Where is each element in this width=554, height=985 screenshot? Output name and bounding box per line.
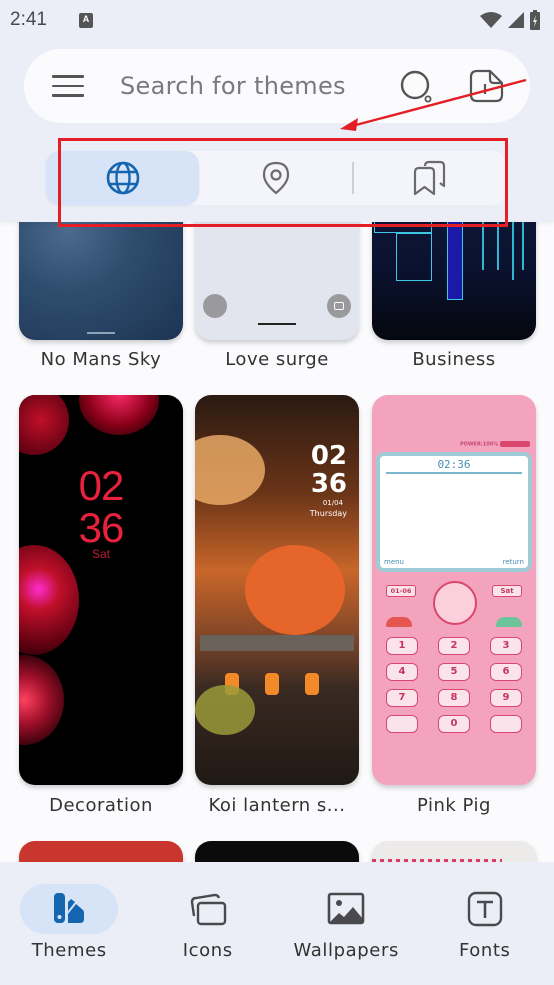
keypad-key: 9 xyxy=(490,689,522,707)
call-icon xyxy=(496,617,522,627)
keypad-key: 7 xyxy=(386,689,418,707)
theme-thumbnail xyxy=(195,841,359,862)
theme-label: No Mans Sky xyxy=(40,349,162,370)
search-input[interactable] xyxy=(120,67,370,105)
hamburger-line xyxy=(52,94,84,97)
clock-day: Thursday xyxy=(309,509,347,518)
tab-local[interactable] xyxy=(199,151,352,205)
clock-minutes: 36 xyxy=(78,504,125,551)
camera-icon xyxy=(327,294,351,318)
location-pin-icon xyxy=(262,161,290,195)
day-badge: Sat xyxy=(492,585,522,597)
keypad-key: 1 xyxy=(386,637,418,655)
bookmarks-icon xyxy=(414,160,446,196)
home-indicator xyxy=(258,323,296,325)
nav-icons[interactable]: Icons xyxy=(139,862,278,985)
status-icons xyxy=(480,10,540,30)
theme-thumbnail xyxy=(372,841,536,862)
search-button[interactable] xyxy=(398,69,436,107)
keypad: 1 2 3 4 5 6 7 8 9 0 xyxy=(386,637,522,733)
bottom-navigation: Themes Icons Wallpapers Fonts xyxy=(0,862,554,985)
nav-label: Fonts xyxy=(458,940,511,961)
theme-label: Love surge xyxy=(225,349,329,370)
themes-palette-icon xyxy=(54,893,85,923)
keypad-key: 3 xyxy=(490,637,522,655)
globe-icon xyxy=(106,161,139,195)
nav-fonts[interactable]: Fonts xyxy=(416,862,554,985)
clock-hours: 02 xyxy=(78,462,125,509)
pig-face xyxy=(433,581,477,625)
date-badge: 01-06 xyxy=(386,585,416,597)
power-label: POWER:100% xyxy=(460,441,499,448)
search-bar xyxy=(24,49,530,123)
icons-stack-icon xyxy=(190,893,226,926)
theme-thumbnail: 02 36 01/04 Thursday xyxy=(195,395,359,785)
nav-label: Themes xyxy=(31,940,107,961)
segment-tabs xyxy=(46,151,506,205)
keypad-key: 4 xyxy=(386,663,418,681)
clock-day: Sat xyxy=(91,547,110,561)
nav-label: Icons xyxy=(182,940,233,961)
home-indicator xyxy=(87,332,115,334)
keypad-key: 8 xyxy=(438,689,470,707)
keypad-key: 5 xyxy=(438,663,470,681)
status-time: 2:41 xyxy=(10,9,47,30)
tab-divider xyxy=(352,162,354,194)
wifi-icon xyxy=(480,12,502,28)
theme-grid: No Mans Sky Love surge Business 02 36 Sa… xyxy=(0,190,554,862)
power-text: POWER:100% xyxy=(460,441,530,448)
keypad-key: 6 xyxy=(490,663,522,681)
call-end-icon xyxy=(386,617,412,627)
menu-button[interactable] xyxy=(52,75,84,97)
clock-hours: 02 xyxy=(310,441,347,471)
wallpaper-image-icon xyxy=(327,892,365,925)
theme-label: Business xyxy=(412,349,496,370)
tab-collections[interactable] xyxy=(353,151,506,205)
keypad-key: 0 xyxy=(438,715,470,733)
theme-label: Pink Pig xyxy=(417,795,491,816)
keypad-key xyxy=(386,715,418,733)
signal-icon xyxy=(508,12,524,28)
screen-time: 02:36 xyxy=(437,458,471,471)
search-icon xyxy=(400,70,432,103)
keypad-key: 2 xyxy=(438,637,470,655)
clock-date: 01/04 xyxy=(322,499,343,507)
theme-thumbnail: 02 36 Sat xyxy=(19,395,183,785)
font-icon xyxy=(467,891,502,927)
header xyxy=(0,40,554,222)
nav-wallpapers[interactable]: Wallpapers xyxy=(277,862,416,985)
status-bar: 2:41 A xyxy=(0,0,554,40)
softkey-right: return xyxy=(502,558,524,566)
softkey-left: menu xyxy=(384,558,404,566)
import-theme-button[interactable] xyxy=(468,67,506,105)
tab-global[interactable] xyxy=(46,151,200,205)
keypad-key xyxy=(490,715,522,733)
phone-screen: 02:36 menu return xyxy=(376,452,532,572)
theme-thumbnail xyxy=(19,841,183,862)
theme-label: Decoration xyxy=(49,795,153,816)
nav-themes[interactable]: Themes xyxy=(0,862,139,985)
clock-minutes: 36 xyxy=(310,469,347,499)
flashlight-icon xyxy=(203,294,227,318)
hamburger-line xyxy=(52,84,84,87)
hamburger-menu-icon xyxy=(52,75,84,78)
theme-thumbnail: POWER:100% 02:36 menu return 01-06 Sat 1… xyxy=(372,395,536,785)
notification-icon: A xyxy=(78,12,93,28)
import-file-icon xyxy=(469,69,504,103)
battery-charging-icon xyxy=(530,10,540,30)
nav-label: Wallpapers xyxy=(293,940,399,961)
theme-label: Koi lantern s... xyxy=(208,795,346,816)
